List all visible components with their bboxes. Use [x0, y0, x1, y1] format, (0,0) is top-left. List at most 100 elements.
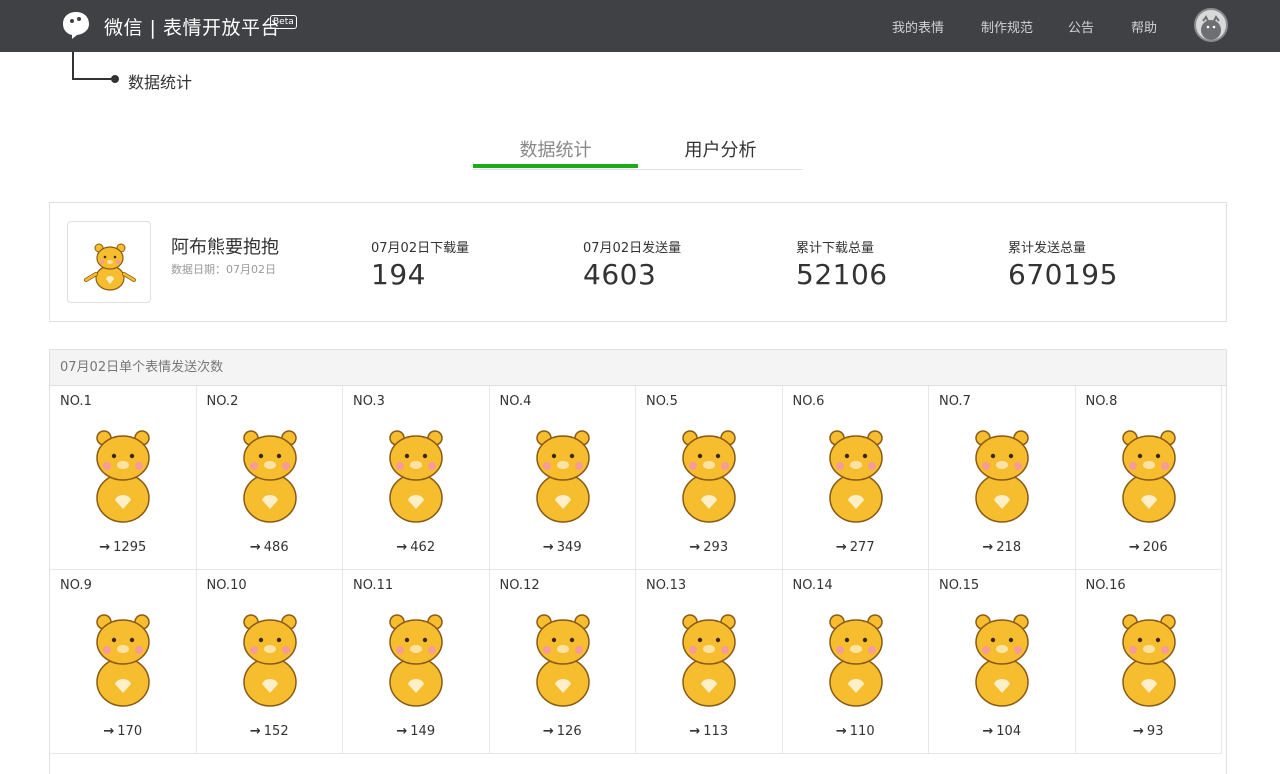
sticker-cell[interactable]: NO.8 → 206	[1075, 386, 1222, 570]
bear-sticker-icon	[242, 430, 297, 523]
sticker-rank: NO.7	[939, 394, 971, 409]
send-count: → 486	[197, 540, 343, 555]
stat-label: 07月02日发送量	[583, 241, 682, 256]
grid-title: 07月02日单个表情发送次数	[50, 350, 1226, 386]
arrow-right-icon: →	[249, 724, 261, 739]
beta-badge: Beta	[270, 15, 297, 29]
sticker-rank: NO.15	[939, 578, 980, 593]
arrow-right-icon: →	[542, 540, 554, 555]
send-count-value: 277	[849, 540, 875, 555]
arrow-right-icon: →	[1128, 540, 1140, 555]
tab-data-stats[interactable]: 数据统计	[473, 136, 638, 162]
send-count-value: 1295	[113, 540, 147, 555]
sticker-cell[interactable]: NO.16 → 93	[1075, 570, 1222, 754]
send-count: → 104	[929, 724, 1075, 739]
send-count-value: 462	[410, 540, 436, 555]
send-count-value: 349	[556, 540, 582, 555]
send-count: → 110	[783, 724, 929, 739]
arrow-right-icon: →	[835, 540, 847, 555]
wechat-logo-icon[interactable]	[60, 9, 92, 41]
sticker-rank: NO.6	[792, 394, 825, 409]
sticker-cell[interactable]: NO.10 → 152	[196, 570, 343, 754]
bear-sticker-icon	[84, 243, 136, 291]
sticker-cell[interactable]: NO.14 → 110	[782, 570, 929, 754]
send-count-value: 170	[117, 724, 143, 739]
sticker-cell[interactable]: NO.7 → 218	[929, 386, 1076, 570]
sticker-rank: NO.4	[499, 394, 532, 409]
send-count-value: 113	[703, 724, 729, 739]
arrow-right-icon: →	[103, 724, 115, 739]
sticker-rank: NO.8	[1085, 394, 1118, 409]
send-count-value: 110	[849, 724, 875, 739]
sticker-rank: NO.12	[499, 578, 540, 593]
tab-user-analysis[interactable]: 用户分析	[638, 136, 803, 162]
sticker-rank: NO.2	[206, 394, 239, 409]
bear-sticker-icon	[242, 614, 297, 707]
send-count: → 293	[636, 540, 782, 555]
arrow-right-icon: →	[396, 724, 408, 739]
stat-value: 670195	[1008, 258, 1118, 291]
send-count: → 113	[636, 724, 782, 739]
send-count: → 93	[1076, 724, 1222, 739]
nav-my-stickers[interactable]: 我的表情	[892, 17, 944, 36]
bear-sticker-icon	[1121, 614, 1176, 707]
send-count: → 152	[197, 724, 343, 739]
send-count-value: 218	[996, 540, 1022, 555]
send-count-value: 486	[263, 540, 289, 555]
arrow-right-icon: →	[835, 724, 847, 739]
sticker-cell[interactable]: NO.13 → 113	[636, 570, 783, 754]
send-count: → 462	[343, 540, 489, 555]
bear-sticker-icon	[535, 614, 590, 707]
send-count: → 149	[343, 724, 489, 739]
platform-title[interactable]: 微信 | 表情开放平台	[104, 13, 280, 40]
stat-value: 4603	[583, 258, 657, 291]
breadcrumb-dot	[111, 75, 119, 83]
bear-sticker-icon	[389, 614, 443, 707]
send-count-value: 126	[556, 724, 582, 739]
avatar[interactable]	[1194, 8, 1228, 42]
nav-help[interactable]: 帮助	[1131, 17, 1157, 36]
sticker-cell[interactable]: NO.3 → 462	[343, 386, 490, 570]
sticker-rank: NO.16	[1085, 578, 1126, 593]
sticker-cell[interactable]: NO.1 → 1295	[50, 386, 197, 570]
sticker-cell[interactable]: NO.9 → 170	[50, 570, 197, 754]
sticker-cell[interactable]: NO.6 → 277	[782, 386, 929, 570]
bear-sticker-icon	[96, 430, 150, 523]
nav-announcements[interactable]: 公告	[1068, 17, 1094, 36]
pack-thumbnail	[67, 221, 151, 303]
data-date: 数据日期：07月02日	[171, 263, 276, 276]
arrow-right-icon: →	[396, 540, 408, 555]
sticker-cell[interactable]: NO.12 → 126	[489, 570, 636, 754]
arrow-right-icon: →	[982, 724, 994, 739]
pack-name: 阿布熊要抱抱	[171, 237, 279, 258]
user-avatar-icon	[1201, 15, 1221, 40]
breadcrumb-connector	[72, 52, 116, 80]
sticker-cell[interactable]: NO.11 → 149	[343, 570, 490, 754]
stat-daily-sends: 07月02日发送量 4603	[583, 237, 681, 291]
stat-label: 07月02日下载量	[371, 241, 470, 256]
sticker-cell[interactable]: NO.4 → 349	[489, 386, 636, 570]
arrow-right-icon: →	[982, 540, 994, 555]
sticker-cell[interactable]: NO.5 → 293	[636, 386, 783, 570]
stats-tabs: 数据统计 用户分析	[473, 134, 803, 170]
bear-sticker-icon	[535, 430, 590, 523]
stat-label: 累计下载总量	[796, 241, 875, 256]
send-count-value: 93	[1146, 724, 1164, 739]
sticker-cell[interactable]: NO.15 → 104	[929, 570, 1076, 754]
active-tab-indicator	[473, 164, 638, 168]
send-count: → 1295	[50, 540, 196, 555]
send-count-value: 206	[1142, 540, 1168, 555]
stat-daily-downloads: 07月02日下载量 194	[371, 237, 469, 291]
stat-value: 52106	[796, 258, 888, 291]
stat-value: 194	[371, 258, 426, 291]
sticker-rank: NO.5	[646, 394, 678, 409]
arrow-right-icon: →	[542, 724, 554, 739]
sticker-rank: NO.3	[353, 394, 385, 409]
nav-guidelines[interactable]: 制作规范	[981, 17, 1033, 36]
bear-sticker-icon	[828, 430, 883, 523]
sticker-cell[interactable]: NO.2 → 486	[196, 386, 343, 570]
top-bar: 微信 | 表情开放平台 Beta 我的表情 制作规范 公告 帮助	[0, 0, 1280, 52]
sticker-rank: NO.14	[792, 578, 833, 593]
send-count: → 218	[929, 540, 1075, 555]
send-count: → 277	[783, 540, 929, 555]
